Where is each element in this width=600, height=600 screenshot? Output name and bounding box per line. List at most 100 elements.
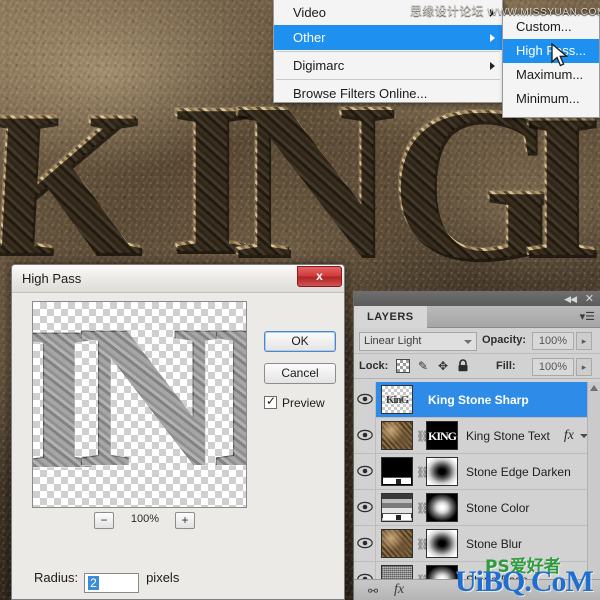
- submenu-item-label: Minimum...: [516, 91, 580, 106]
- preview-letter-n: N: [77, 302, 226, 499]
- layer-name[interactable]: Stone Edge Darken: [466, 465, 571, 479]
- filter-preview[interactable]: I N I: [32, 301, 247, 508]
- layer-name[interactable]: King Stone Sharp: [428, 393, 529, 407]
- layer-style-fx-icon[interactable]: fx: [394, 582, 404, 598]
- menu-item-other[interactable]: Other: [274, 25, 502, 50]
- layer-visibility-cell[interactable]: [354, 382, 376, 418]
- tab-layers[interactable]: LAYERS: [354, 306, 427, 328]
- link-layers-icon[interactable]: ⚯: [368, 584, 378, 598]
- layer-thumbnail[interactable]: [381, 421, 413, 450]
- watermark-bottom: UiBQ.CoM: [455, 565, 594, 598]
- table-row[interactable]: ⛓ Stone Edge Darken: [354, 454, 600, 490]
- layer-mask-thumbnail[interactable]: KING: [426, 421, 458, 450]
- submenu-item-high-pass[interactable]: High Pass...: [503, 39, 599, 63]
- layers-scrollbar[interactable]: [587, 382, 600, 579]
- fill-input[interactable]: 100%: [532, 358, 574, 376]
- preview-zoom-controls: − 100% +: [32, 511, 247, 531]
- submenu-item-minimum[interactable]: Minimum...: [503, 87, 599, 111]
- zoom-out-button[interactable]: −: [94, 512, 114, 529]
- layer-mask-thumbnail[interactable]: [426, 565, 458, 579]
- radius-row: Radius: 2 pixels: [34, 569, 179, 593]
- blend-mode-row: Linear Light Opacity: 100% ▸: [354, 328, 600, 354]
- layer-mask-thumbnail[interactable]: [426, 529, 458, 558]
- photoshop-screenshot: K I N G I Video Other Digimarc Browse Fi…: [0, 0, 600, 600]
- table-row[interactable]: KinG King Stone Sharp: [354, 382, 600, 418]
- lock-label: Lock:: [359, 360, 389, 372]
- preview-checkbox[interactable]: [264, 394, 277, 409]
- opacity-input[interactable]: 100%: [532, 332, 574, 350]
- eye-icon[interactable]: [357, 465, 373, 477]
- layer-thumbnail[interactable]: [381, 529, 413, 558]
- blend-mode-select[interactable]: Linear Light: [359, 332, 477, 351]
- submenu-item-maximum[interactable]: Maximum...: [503, 63, 599, 87]
- menu-item-browse-filters-online[interactable]: Browse Filters Online...: [274, 81, 502, 106]
- layers-panel[interactable]: ◀◀ ✕ LAYERS ▾☰ Linear Light Opacity: 100…: [353, 291, 600, 600]
- fill-stepper[interactable]: ▸: [576, 358, 592, 376]
- lock-image-pixels-icon[interactable]: ✎: [416, 359, 430, 373]
- opacity-stepper[interactable]: ▸: [576, 332, 592, 350]
- eye-icon[interactable]: [357, 393, 373, 405]
- collapse-panel-icon[interactable]: ◀◀: [564, 294, 577, 305]
- link-mask-icon[interactable]: ⛓: [416, 466, 430, 479]
- adjustment-slider-strip: [383, 513, 411, 520]
- ok-button[interactable]: OK: [264, 331, 336, 352]
- cancel-button[interactable]: Cancel: [264, 363, 336, 384]
- layer-thumbnail[interactable]: KinG: [381, 385, 413, 414]
- table-row[interactable]: ⛓ KING King Stone Text fx: [354, 418, 600, 454]
- submenu-item-label: Maximum...: [516, 67, 584, 82]
- menu-item-digimarc[interactable]: Digimarc: [274, 53, 502, 78]
- high-pass-dialog[interactable]: High Pass x I N I − 100% + OK Cancel Pre…: [11, 264, 345, 600]
- eye-icon[interactable]: [357, 429, 373, 441]
- layer-name[interactable]: Stone Blur: [466, 537, 522, 551]
- layer-name[interactable]: King Stone Text: [466, 429, 550, 443]
- chevron-right-icon: [490, 33, 495, 42]
- layer-mask-thumbnail[interactable]: [426, 493, 458, 522]
- link-mask-icon[interactable]: ⛓: [416, 538, 430, 551]
- chevron-down-icon: [464, 340, 472, 344]
- other-submenu[interactable]: Custom... High Pass... Maximum... Minimu…: [502, 14, 600, 118]
- layer-visibility-cell[interactable]: [354, 454, 376, 490]
- table-row[interactable]: ⛓ Stone Blur: [354, 526, 600, 562]
- radius-input[interactable]: 2: [84, 573, 140, 593]
- scroll-up-icon[interactable]: [590, 385, 598, 391]
- radius-label: Radius:: [34, 570, 79, 585]
- eye-icon[interactable]: [357, 501, 373, 513]
- preview-letter-edge: I: [209, 302, 246, 499]
- link-mask-icon[interactable]: ⛓: [416, 430, 430, 443]
- watermark-top-cn: 思缘设计论坛: [410, 4, 484, 18]
- padlock-icon: [458, 359, 468, 372]
- layer-thumbnail[interactable]: [381, 493, 413, 522]
- layer-thumbnail[interactable]: [381, 457, 413, 486]
- table-row[interactable]: ⛓ Stone Color: [354, 490, 600, 526]
- layer-visibility-cell[interactable]: [354, 526, 376, 562]
- menu-item-label: Digimarc: [293, 58, 345, 73]
- panel-menu-icon[interactable]: ▾☰: [580, 310, 595, 323]
- submenu-item-label: High Pass...: [516, 43, 587, 58]
- layer-list[interactable]: KinG King Stone Sharp ⛓ KING King Stone …: [354, 382, 600, 579]
- layer-fx-icon[interactable]: fx: [564, 428, 574, 444]
- link-mask-icon[interactable]: ⛓: [416, 502, 430, 515]
- adjustment-slider-strip: [383, 477, 411, 484]
- zoom-in-button[interactable]: +: [175, 512, 195, 529]
- layer-visibility-cell[interactable]: [354, 490, 376, 526]
- close-panel-icon[interactable]: ✕: [585, 292, 594, 305]
- menu-divider: [276, 51, 500, 52]
- preview-checkbox-row[interactable]: Preview: [264, 394, 325, 410]
- dialog-titlebar[interactable]: High Pass x: [12, 265, 344, 293]
- layer-visibility-cell[interactable]: [354, 418, 376, 454]
- layer-visibility-cell[interactable]: [354, 562, 376, 579]
- close-icon[interactable]: x: [297, 266, 342, 287]
- lock-position-icon[interactable]: ✥: [436, 359, 450, 373]
- radius-input-value: 2: [88, 576, 99, 590]
- menu-divider: [276, 79, 500, 80]
- dialog-title: High Pass: [22, 271, 82, 286]
- canvas-letter-k: K: [0, 67, 151, 299]
- lock-all-icon[interactable]: [456, 359, 470, 373]
- layer-mask-thumbnail[interactable]: [426, 457, 458, 486]
- lock-transparent-pixels-icon[interactable]: [396, 359, 410, 373]
- panel-topbar: ◀◀ ✕: [354, 292, 600, 306]
- eye-icon[interactable]: [357, 537, 373, 549]
- layer-name[interactable]: Stone Color: [466, 501, 529, 515]
- layer-thumbnail[interactable]: [381, 565, 413, 579]
- blend-mode-value: Linear Light: [364, 335, 422, 347]
